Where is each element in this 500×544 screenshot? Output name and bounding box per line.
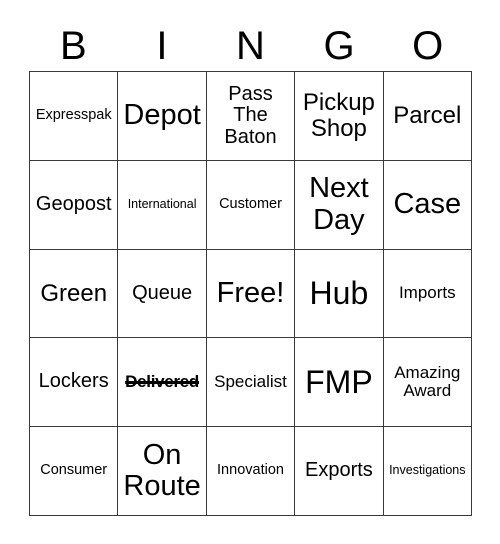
bingo-cell-label: FMP (305, 364, 373, 401)
bingo-cell-label: Delivered (125, 372, 200, 392)
bingo-cell-label: Expresspak (35, 107, 112, 124)
header-letter-n: N (236, 24, 265, 68)
bingo-cell[interactable]: Expresspak (30, 72, 119, 161)
bingo-cell-label: Imports (398, 283, 456, 303)
bingo-cell[interactable]: Imports (383, 249, 472, 339)
bingo-cell[interactable]: Next Day (295, 160, 384, 250)
bingo-cell-label: Case (393, 188, 462, 221)
bingo-cell[interactable]: On Route (118, 427, 207, 516)
bingo-cell[interactable]: Depot (118, 72, 207, 161)
bingo-cell[interactable]: Case (383, 160, 472, 250)
bingo-cell[interactable]: Specialist (206, 338, 296, 428)
bingo-cell[interactable]: Lockers (30, 338, 119, 428)
bingo-cell[interactable]: Customer (206, 160, 296, 250)
bingo-cell[interactable]: Parcel (383, 72, 472, 161)
bingo-cell[interactable]: Exports (295, 427, 384, 516)
bingo-cell[interactable]: FMP (295, 338, 384, 428)
bingo-cell[interactable]: International (118, 160, 207, 250)
bingo-cell-label: Depot (123, 99, 201, 132)
bingo-cell-label: Investigations (389, 463, 466, 478)
bingo-cell-label: Innovation (217, 462, 284, 479)
bingo-cell-label: Parcel (393, 101, 462, 129)
bingo-cell-label: International (127, 196, 197, 211)
bingo-cell[interactable]: Delivered (118, 338, 207, 428)
header-letter-o: O (412, 24, 444, 68)
bingo-cell[interactable]: Pass The Baton (206, 72, 296, 161)
header-letter-b: B (59, 24, 87, 68)
bingo-cell-label: Specialist (214, 372, 287, 392)
bingo-cell[interactable]: Innovation (206, 427, 296, 516)
header-letter-g: G (323, 24, 355, 68)
bingo-cell-label: Pass The Baton (224, 82, 277, 148)
bingo-cell-label: Free! (216, 276, 285, 309)
bingo-cell[interactable]: Queue (118, 249, 207, 339)
bingo-cell-label: Lockers (38, 370, 109, 393)
bingo-cell-label: Consumer (40, 462, 108, 479)
bingo-cell-label: Hub (309, 275, 369, 312)
bingo-cell[interactable]: Investigations (383, 427, 472, 516)
bingo-card: B I N G O Expresspak Depot Pass The Baton P… (0, 0, 500, 544)
bingo-cell[interactable]: Green (30, 249, 119, 339)
bingo-cell[interactable]: Hub (295, 249, 384, 339)
header-letter-i: I (156, 24, 168, 68)
bingo-cell[interactable]: Pickup Shop (295, 72, 384, 161)
bingo-cell[interactable]: Amazing Award (383, 338, 472, 428)
bingo-cell-label: Next Day (309, 172, 369, 236)
bingo-cell-label: Exports (304, 459, 373, 482)
bingo-cell-label: Amazing Award (394, 362, 461, 401)
bingo-cell[interactable]: Geopost (30, 160, 119, 250)
bingo-cell-label: Pickup Shop (302, 88, 375, 142)
bingo-cell-label: Queue (132, 281, 193, 304)
bingo-cell-label: Customer (219, 195, 282, 212)
bingo-cell-label: Geopost (35, 192, 112, 215)
bingo-header-row: B I N G O (29, 21, 472, 71)
bingo-cell-label: On Route (123, 438, 201, 503)
bingo-grid: Expresspak Depot Pass The Baton Pickup Shop… (29, 71, 472, 516)
bingo-cell[interactable]: Free! (206, 249, 296, 339)
bingo-cell-label: Green (40, 279, 108, 307)
bingo-cell[interactable]: Consumer (30, 427, 119, 516)
